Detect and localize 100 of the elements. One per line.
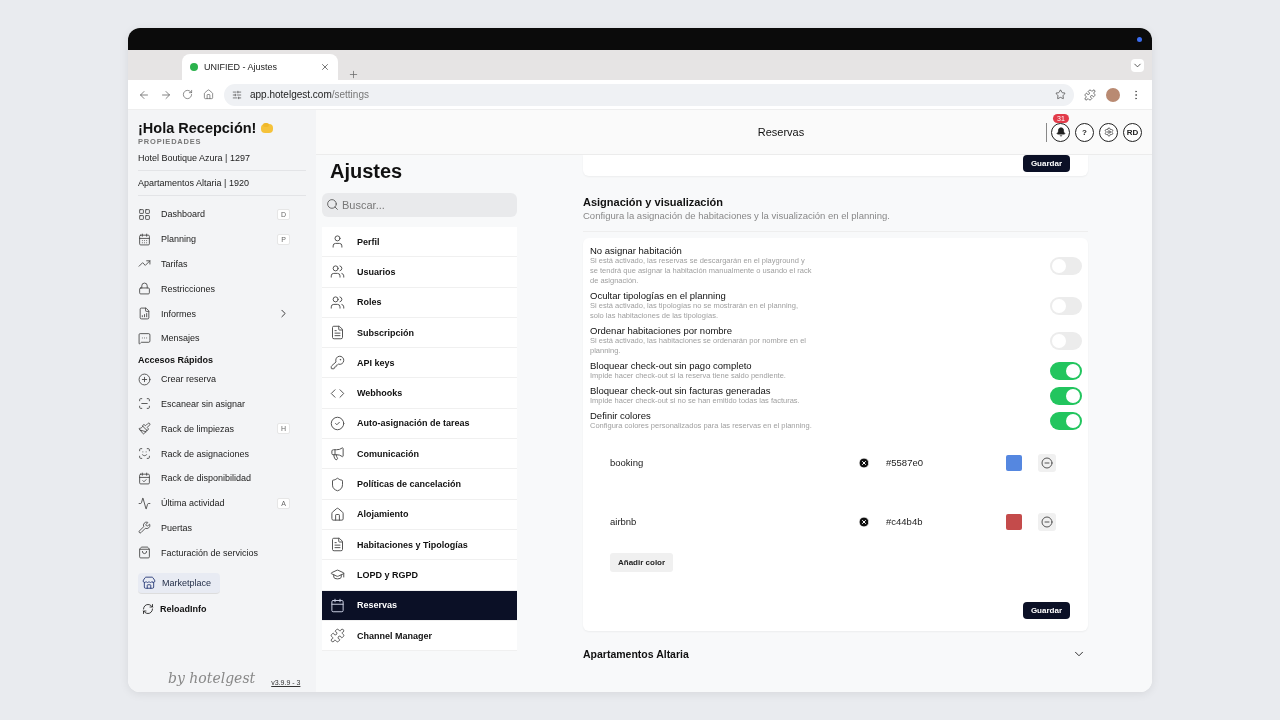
color-name: airbnb xyxy=(610,516,638,527)
forward-icon xyxy=(160,88,172,101)
settings-nav-item[interactable]: Alojamiento xyxy=(322,499,517,530)
section-title: Asignación y visualización xyxy=(583,196,724,208)
toggle-switch[interactable] xyxy=(1050,361,1082,380)
graduation-cap-icon xyxy=(330,567,345,583)
toggle-switch[interactable] xyxy=(1050,411,1082,430)
settings-nav-item[interactable]: Habitaciones y Tipologías xyxy=(322,529,517,561)
clear-icon[interactable] xyxy=(858,515,870,528)
refresh-icon xyxy=(142,603,154,616)
new-tab-icon xyxy=(348,69,359,80)
setting-title: Bloquear check-out sin pago completo xyxy=(590,360,753,371)
user-icon xyxy=(330,234,345,250)
add-color-button[interactable]: Añadir color xyxy=(610,553,674,572)
settings-nav-item[interactable]: Políticas de cancelación xyxy=(322,469,517,500)
home-icon xyxy=(203,89,214,100)
sidebar-item[interactable]: Crear reserva xyxy=(138,366,306,392)
accordion-header[interactable]: Apartamentos Altaria xyxy=(583,647,1088,661)
color-swatch[interactable] xyxy=(1006,513,1022,530)
settings-title: Ajustes xyxy=(329,159,404,184)
users-icon xyxy=(330,294,345,310)
settings-nav-item[interactable]: Usuarios xyxy=(322,257,517,288)
sidebar-item[interactable]: Informes xyxy=(138,301,306,326)
sidebar-item[interactable]: Tarifas xyxy=(138,251,306,277)
color-name: booking xyxy=(610,457,645,468)
settings-button[interactable] xyxy=(1099,122,1118,142)
document-icon xyxy=(330,325,345,341)
scan-face-icon xyxy=(138,447,151,461)
calendar-check-icon xyxy=(138,471,151,485)
page-title: Reservas xyxy=(756,126,806,138)
notifications-button[interactable] xyxy=(1051,122,1070,142)
users-icon xyxy=(330,264,345,280)
document-icon xyxy=(330,537,345,553)
settings-nav-item[interactable]: Subscripción xyxy=(322,317,517,349)
bell-icon xyxy=(1055,127,1066,137)
settings-nav-item[interactable]: Comunicación xyxy=(322,439,517,470)
grid-icon xyxy=(138,207,151,221)
reload-icon xyxy=(182,89,193,100)
settings-nav-item[interactable]: Reservas xyxy=(322,590,517,621)
settings-nav-item[interactable]: LOPD y RGPD xyxy=(322,560,517,591)
address-bar[interactable]: app.hotelgest.com/settings xyxy=(224,83,1074,106)
help-button[interactable]: ? xyxy=(1075,122,1094,142)
settings-nav-item[interactable]: Webhooks xyxy=(322,378,517,409)
user-avatar[interactable]: RD xyxy=(1123,122,1142,142)
search-field[interactable]: Buscar... xyxy=(322,193,517,217)
clear-icon[interactable] xyxy=(858,456,870,469)
key-icon xyxy=(330,355,345,371)
setting-title: Ocultar tipologías en el planning xyxy=(590,290,727,301)
color-value: #c44b4b xyxy=(886,516,924,527)
puzzle-icon xyxy=(330,628,345,643)
section-description: Configura la asignación de habitaciones y la visualización en el planning. xyxy=(583,210,1088,232)
house-icon xyxy=(330,506,345,522)
check-circle-icon xyxy=(330,415,345,431)
scan-icon xyxy=(138,397,151,411)
sliders-icon xyxy=(232,89,242,100)
sidebar-item[interactable]: Restricciones xyxy=(138,276,306,302)
bag-icon xyxy=(138,546,151,560)
store-icon xyxy=(142,576,156,591)
sidebar-item[interactable]: Escanear sin asignar xyxy=(138,391,306,417)
status-dot xyxy=(1137,36,1142,42)
sidebar-item[interactable]: Facturación de servicios xyxy=(138,540,306,566)
search-icon xyxy=(326,198,339,211)
settings-nav-item[interactable]: Channel Manager xyxy=(322,620,517,652)
report-icon xyxy=(138,307,151,321)
calendar-icon xyxy=(138,232,151,246)
remove-button[interactable] xyxy=(1038,453,1056,472)
settings-nav-item[interactable]: Auto-asignación de tareas xyxy=(322,408,517,440)
sidebar-item[interactable]: Mensajes xyxy=(138,326,306,351)
calendar-icon xyxy=(330,597,345,613)
settings-icon xyxy=(1103,127,1114,137)
save-button[interactable]: Guardar xyxy=(1022,155,1070,172)
plus-circle-icon xyxy=(138,372,151,386)
remove-button[interactable] xyxy=(1038,512,1056,531)
avatar-icon[interactable] xyxy=(1106,87,1120,102)
color-swatch[interactable] xyxy=(1006,454,1022,471)
settings-nav-item[interactable]: Perfil xyxy=(322,227,517,258)
color-value: #5587e0 xyxy=(886,457,924,468)
settings-nav-item[interactable]: Roles xyxy=(322,287,517,318)
lock-icon xyxy=(138,282,151,296)
shield-icon xyxy=(330,476,345,492)
settings-nav-item[interactable]: API keys xyxy=(322,348,517,379)
marketplace-button[interactable]: Marketplace xyxy=(138,573,220,595)
favicon-icon xyxy=(190,63,198,71)
activity-icon xyxy=(138,496,151,510)
property-item[interactable]: Hotel Boutique Azura | 1297 xyxy=(138,146,306,171)
megaphone-icon xyxy=(330,446,345,462)
sidebar-item[interactable]: Puertas xyxy=(138,515,306,541)
reload-button[interactable]: ReloadInfo xyxy=(138,600,306,619)
property-item[interactable]: Apartamentos Altaria | 1920 xyxy=(138,171,306,196)
setting-title: Bloquear check-out sin facturas generadas xyxy=(590,385,772,396)
sidebar-item[interactable]: Rack de disponibilidad xyxy=(138,465,306,491)
toggle-switch[interactable] xyxy=(1050,386,1082,405)
sidebar-item[interactable]: Rack de asignaciones xyxy=(138,441,306,466)
setting-title: No asignar habitación xyxy=(590,245,683,256)
star-icon xyxy=(1055,89,1066,100)
section-label: Accesos Rápidos xyxy=(138,354,215,365)
chat-icon xyxy=(138,331,151,345)
browser-tab[interactable]: UNIFIED - Ajustes xyxy=(182,54,338,80)
save-button[interactable]: Guardar xyxy=(1022,602,1070,619)
back-icon xyxy=(138,88,150,101)
